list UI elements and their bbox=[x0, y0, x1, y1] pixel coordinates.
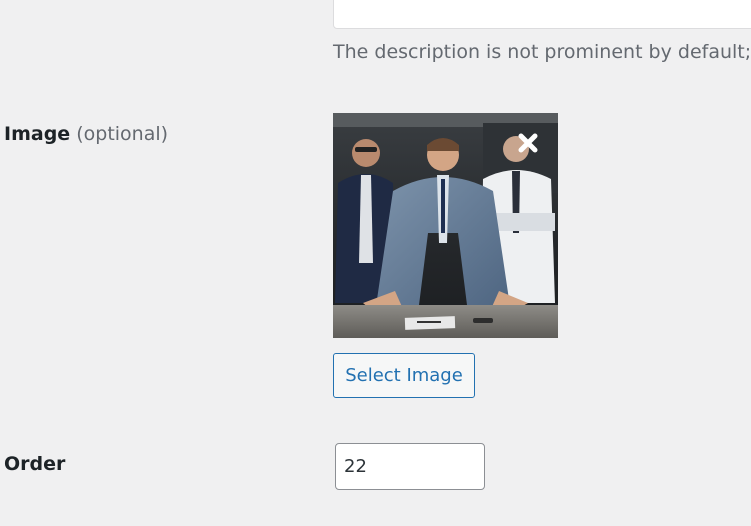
order-field-label: Order bbox=[4, 452, 65, 476]
description-textarea[interactable] bbox=[333, 0, 751, 29]
image-field-label: Image (optional) bbox=[4, 122, 168, 146]
order-label-text: Order bbox=[4, 453, 66, 475]
term-edit-form: The description is not prominent by defa… bbox=[0, 0, 751, 526]
image-optional-note: (optional) bbox=[76, 123, 169, 145]
description-help-text: The description is not prominent by defa… bbox=[333, 41, 751, 63]
image-label-text: Image bbox=[4, 123, 71, 145]
remove-image-button[interactable] bbox=[515, 130, 541, 156]
order-input[interactable] bbox=[335, 443, 485, 490]
select-image-button[interactable]: Select Image bbox=[333, 353, 475, 398]
close-icon bbox=[518, 133, 538, 153]
